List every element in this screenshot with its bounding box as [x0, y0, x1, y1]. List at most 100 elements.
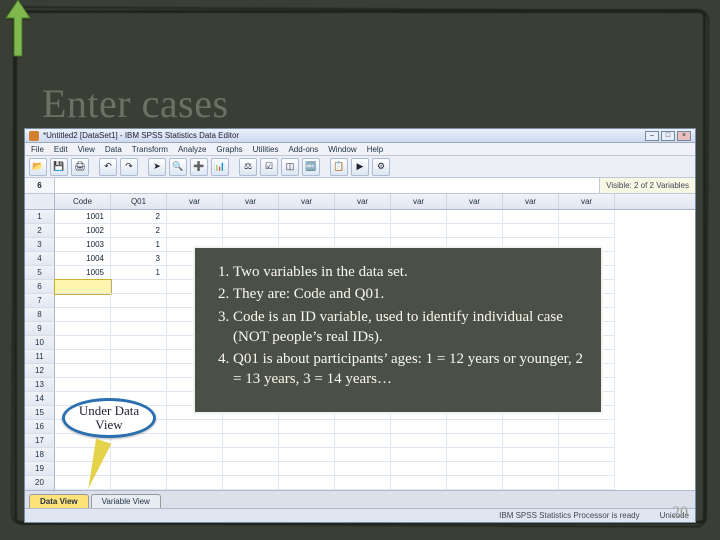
cell[interactable]: 1	[111, 238, 167, 252]
cell[interactable]	[503, 462, 559, 476]
cell[interactable]	[335, 448, 391, 462]
cell[interactable]	[223, 210, 279, 224]
cell[interactable]	[391, 476, 447, 490]
maximize-button[interactable]: □	[661, 131, 675, 141]
cell[interactable]	[111, 322, 167, 336]
cell[interactable]	[503, 210, 559, 224]
cell[interactable]: 2	[111, 210, 167, 224]
menu-view[interactable]: View	[78, 145, 95, 154]
row-number[interactable]: 8	[25, 308, 55, 322]
print-icon[interactable]: 🖨	[71, 158, 89, 176]
cell[interactable]	[391, 210, 447, 224]
cell[interactable]	[223, 462, 279, 476]
goto-icon[interactable]: ➤	[148, 158, 166, 176]
cell[interactable]	[559, 448, 615, 462]
menu-data[interactable]: Data	[105, 145, 122, 154]
row-number[interactable]: 12	[25, 364, 55, 378]
menu-analyze[interactable]: Analyze	[178, 145, 206, 154]
cell[interactable]	[391, 448, 447, 462]
col-code[interactable]: Code	[55, 194, 111, 209]
cell[interactable]	[111, 308, 167, 322]
cell[interactable]	[447, 476, 503, 490]
cell[interactable]: 1003	[55, 238, 111, 252]
cell[interactable]: 1005	[55, 266, 111, 280]
cell[interactable]	[279, 224, 335, 238]
cell[interactable]	[167, 224, 223, 238]
cell[interactable]	[447, 448, 503, 462]
row-number[interactable]: 10	[25, 336, 55, 350]
cell[interactable]	[167, 420, 223, 434]
cell[interactable]	[391, 420, 447, 434]
row-number[interactable]: 19	[25, 462, 55, 476]
cell[interactable]	[447, 462, 503, 476]
cell[interactable]	[503, 420, 559, 434]
cell[interactable]	[503, 434, 559, 448]
cell[interactable]	[55, 350, 111, 364]
row-number[interactable]: 3	[25, 238, 55, 252]
cell[interactable]	[55, 462, 111, 476]
cell[interactable]	[111, 294, 167, 308]
run-icon[interactable]: ▶	[351, 158, 369, 176]
cell[interactable]	[223, 476, 279, 490]
cell[interactable]	[559, 224, 615, 238]
minimize-button[interactable]: –	[645, 131, 659, 141]
cell[interactable]	[559, 420, 615, 434]
menu-window[interactable]: Window	[328, 145, 356, 154]
cell[interactable]	[55, 322, 111, 336]
redo-icon[interactable]: ↷	[120, 158, 138, 176]
row-number[interactable]: 6	[25, 280, 55, 294]
weight-icon[interactable]: ⚖	[239, 158, 257, 176]
cell[interactable]: 2	[111, 224, 167, 238]
open-icon[interactable]: 📂	[29, 158, 47, 176]
menu-utilities[interactable]: Utilities	[253, 145, 279, 154]
cell[interactable]	[55, 280, 111, 294]
cell[interactable]	[111, 280, 167, 294]
cell[interactable]	[55, 378, 111, 392]
cell[interactable]	[167, 462, 223, 476]
cell[interactable]	[279, 448, 335, 462]
cell[interactable]	[223, 420, 279, 434]
cell[interactable]: 1	[111, 266, 167, 280]
cell[interactable]	[279, 476, 335, 490]
cell[interactable]	[391, 462, 447, 476]
cell[interactable]	[335, 224, 391, 238]
row-number[interactable]: 17	[25, 434, 55, 448]
cell[interactable]	[503, 476, 559, 490]
menu-addons[interactable]: Add-ons	[288, 145, 318, 154]
save-icon[interactable]: 💾	[50, 158, 68, 176]
cell[interactable]	[111, 378, 167, 392]
row-number[interactable]: 5	[25, 266, 55, 280]
cell[interactable]	[55, 476, 111, 490]
cell[interactable]	[559, 434, 615, 448]
cell[interactable]	[335, 420, 391, 434]
tab-data-view[interactable]: Data View	[29, 494, 89, 508]
row-number[interactable]: 1	[25, 210, 55, 224]
row-number[interactable]: 4	[25, 252, 55, 266]
cell[interactable]	[111, 350, 167, 364]
cell[interactable]	[447, 434, 503, 448]
cell[interactable]	[111, 448, 167, 462]
cell[interactable]	[279, 210, 335, 224]
cell[interactable]	[391, 434, 447, 448]
cell[interactable]	[335, 462, 391, 476]
cell[interactable]	[279, 462, 335, 476]
cell[interactable]	[335, 476, 391, 490]
cell[interactable]	[223, 224, 279, 238]
cell[interactable]	[279, 434, 335, 448]
cell[interactable]	[111, 336, 167, 350]
cell[interactable]	[223, 448, 279, 462]
row-number[interactable]: 2	[25, 224, 55, 238]
cell[interactable]: 1004	[55, 252, 111, 266]
cell[interactable]	[111, 476, 167, 490]
cell[interactable]	[55, 448, 111, 462]
cell[interactable]	[447, 224, 503, 238]
row-number[interactable]: 15	[25, 406, 55, 420]
insert-icon[interactable]: ➕	[190, 158, 208, 176]
cell[interactable]	[559, 210, 615, 224]
cell[interactable]	[167, 434, 223, 448]
cell[interactable]: 1001	[55, 210, 111, 224]
find-icon[interactable]: 🔍	[169, 158, 187, 176]
close-button[interactable]: ×	[677, 131, 691, 141]
undo-icon[interactable]: ↶	[99, 158, 117, 176]
menu-help[interactable]: Help	[367, 145, 383, 154]
